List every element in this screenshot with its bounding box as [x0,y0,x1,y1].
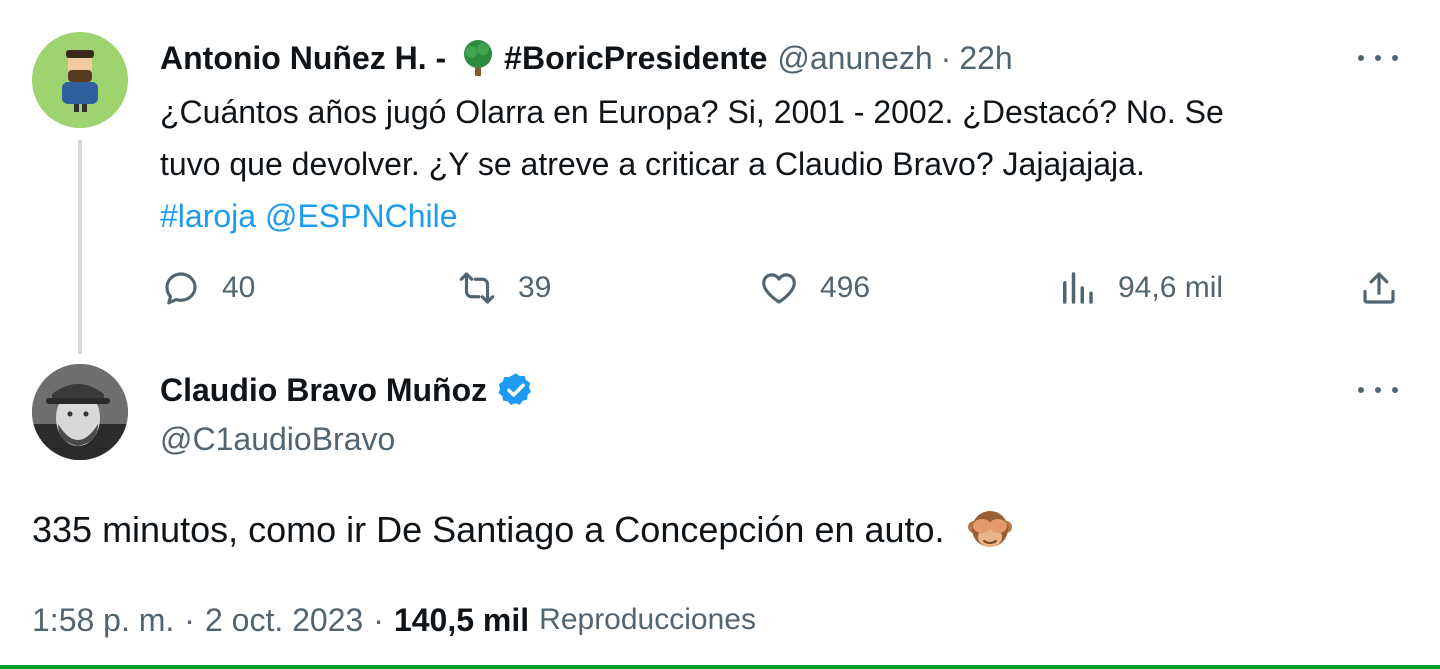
verified-icon [498,373,532,406]
views-icon [1063,272,1093,304]
share-button[interactable] [1358,262,1400,314]
tweet1-handle[interactable]: @anunezh [777,40,932,77]
tweet2-views-label: Reproducciones [539,603,756,636]
like-count: 496 [820,271,871,304]
see-no-evil-monkey-icon [967,511,1012,547]
share-icon [1363,272,1395,304]
tweet2-text: 335 minutos, como ir De Santiago a Conce… [32,509,945,550]
tweet2-views-count: 140,5 mil [393,601,530,638]
tweet1-author-name[interactable]: Antonio Nuñez H. - [160,40,446,77]
views-count: 94,6 mil [1118,271,1224,304]
tweet1-more-icon[interactable] [1358,48,1398,68]
tweet2-time[interactable]: 1:58 p. m. [32,602,174,639]
tweet1-separator: · [940,39,952,76]
hashtag-link[interactable]: #laroja [160,198,256,234]
retweet-icon [459,272,495,304]
tree-emoji-icon [464,40,493,76]
tweet2-meta: 1:58 p. m. · 2 oct. 2023 · 140,5 mil Rep… [32,596,756,644]
tweet1-time[interactable]: 22h [959,40,1012,77]
tweet1-text-line1: ¿Cuántos años jugó Olarra en Europa? Si,… [160,94,1224,130]
tweet2-author-row: Claudio Bravo Muñoz [160,366,535,414]
tweet1-action-bar: 40 39 496 94,6 mil [0,262,1440,314]
retweet-count: 39 [518,271,552,304]
reply-button[interactable]: 40 [160,262,255,314]
avatar-claudio[interactable] [32,364,128,460]
tweet2-text-row: 335 minutos, como ir De Santiago a Conce… [32,500,1015,560]
reply-count: 40 [222,271,256,304]
thread-line [78,140,82,354]
tweet1-header: Antonio Nuñez H. - #BoricPresidente @anu… [160,36,1013,80]
avatar-antonio[interactable] [32,32,128,128]
tweet2-author-name[interactable]: Claudio Bravo Muñoz [160,372,487,409]
tweet2-handle[interactable]: @C1audioBravo [160,416,395,462]
tweet2-date[interactable]: 2 oct. 2023 [205,602,363,639]
tweet1-text-line2: tuvo que devolver. ¿Y se atreve a critic… [160,146,1145,182]
tweet2-separator-1: · [184,601,195,638]
tweet2-separator-2: · [373,601,384,638]
tweet2-more-icon[interactable] [1358,380,1398,400]
retweet-button[interactable]: 39 [456,262,551,314]
tweet1-text: ¿Cuántos años jugó Olarra en Europa? Si,… [160,86,1400,242]
like-button[interactable]: 496 [758,262,870,314]
bottom-border [0,665,1440,669]
reply-icon [165,272,197,305]
mention-link[interactable]: @ESPNChile [265,198,458,234]
like-icon [762,273,796,304]
views-button[interactable]: 94,6 mil [1056,262,1223,314]
tweet1-author-hashtag[interactable]: #BoricPresidente [504,40,767,77]
